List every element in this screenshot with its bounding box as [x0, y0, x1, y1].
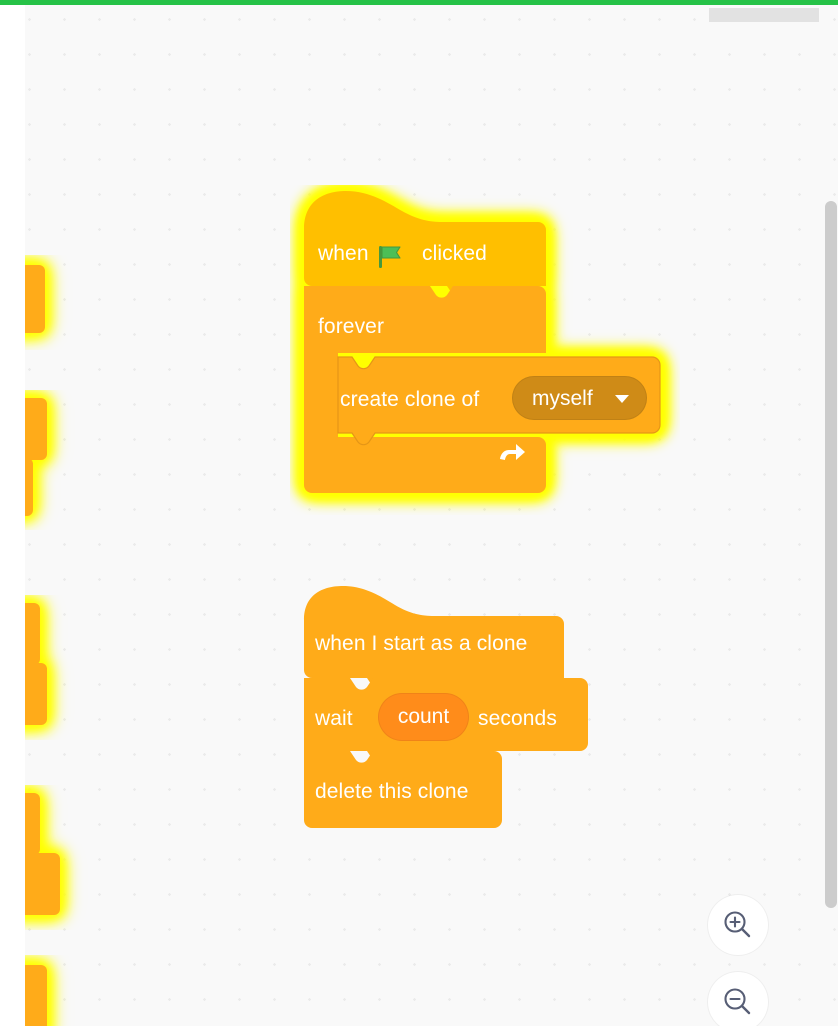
block-label-clicked: clicked: [422, 242, 487, 265]
zoom-out-button[interactable]: [708, 972, 768, 1026]
blocks-canvas[interactable]: hen n en: [25, 5, 838, 1026]
offscreen-block-group-b[interactable]: n: [25, 390, 105, 530]
green-flag-icon: [379, 246, 401, 268]
offscreen-block-group-e[interactable]: [25, 955, 95, 1026]
zoom-in-button[interactable]: [708, 895, 768, 955]
magnifier-plus-icon: [724, 911, 751, 938]
dropdown-clone-target[interactable]: myself: [512, 376, 647, 420]
block-label-when: when: [318, 242, 369, 265]
top-gray-artifact: [709, 8, 819, 22]
magnifier-minus-icon: [724, 988, 751, 1015]
vertical-scrollbar-thumb[interactable]: [825, 201, 837, 908]
block-label-delete-this-clone: delete this clone: [315, 780, 469, 803]
vertical-scrollbar[interactable]: [825, 5, 838, 1026]
variable-count-label: count: [397, 705, 450, 728]
offscreen-block-group-a[interactable]: hen: [25, 255, 95, 350]
palette-gutter: [0, 5, 25, 1026]
block-label-seconds: seconds: [478, 707, 557, 730]
chevron-down-icon: [615, 395, 629, 403]
block-label-create-clone-of: create clone of: [340, 388, 480, 411]
scratch-code-workspace: hen n en: [0, 0, 838, 1026]
dropdown-value: myself: [532, 387, 593, 410]
loop-arrow-icon: [500, 444, 525, 460]
variable-count[interactable]: count: [378, 693, 469, 741]
script-when-flag-clicked[interactable]: when clicked forever create clone of mys…: [290, 185, 680, 515]
script-when-i-start-as-a-clone[interactable]: when I start as a clone wait count secon…: [290, 580, 610, 840]
offscreen-block-group-d[interactable]: then: [25, 785, 120, 930]
block-label-wait: wait: [315, 707, 353, 730]
block-label-when-i-start-as-a-clone: when I start as a clone: [315, 632, 528, 655]
block-label-forever: forever: [318, 315, 385, 338]
top-green-bar: [0, 0, 838, 5]
offscreen-block-group-c[interactable]: en: [25, 595, 105, 740]
